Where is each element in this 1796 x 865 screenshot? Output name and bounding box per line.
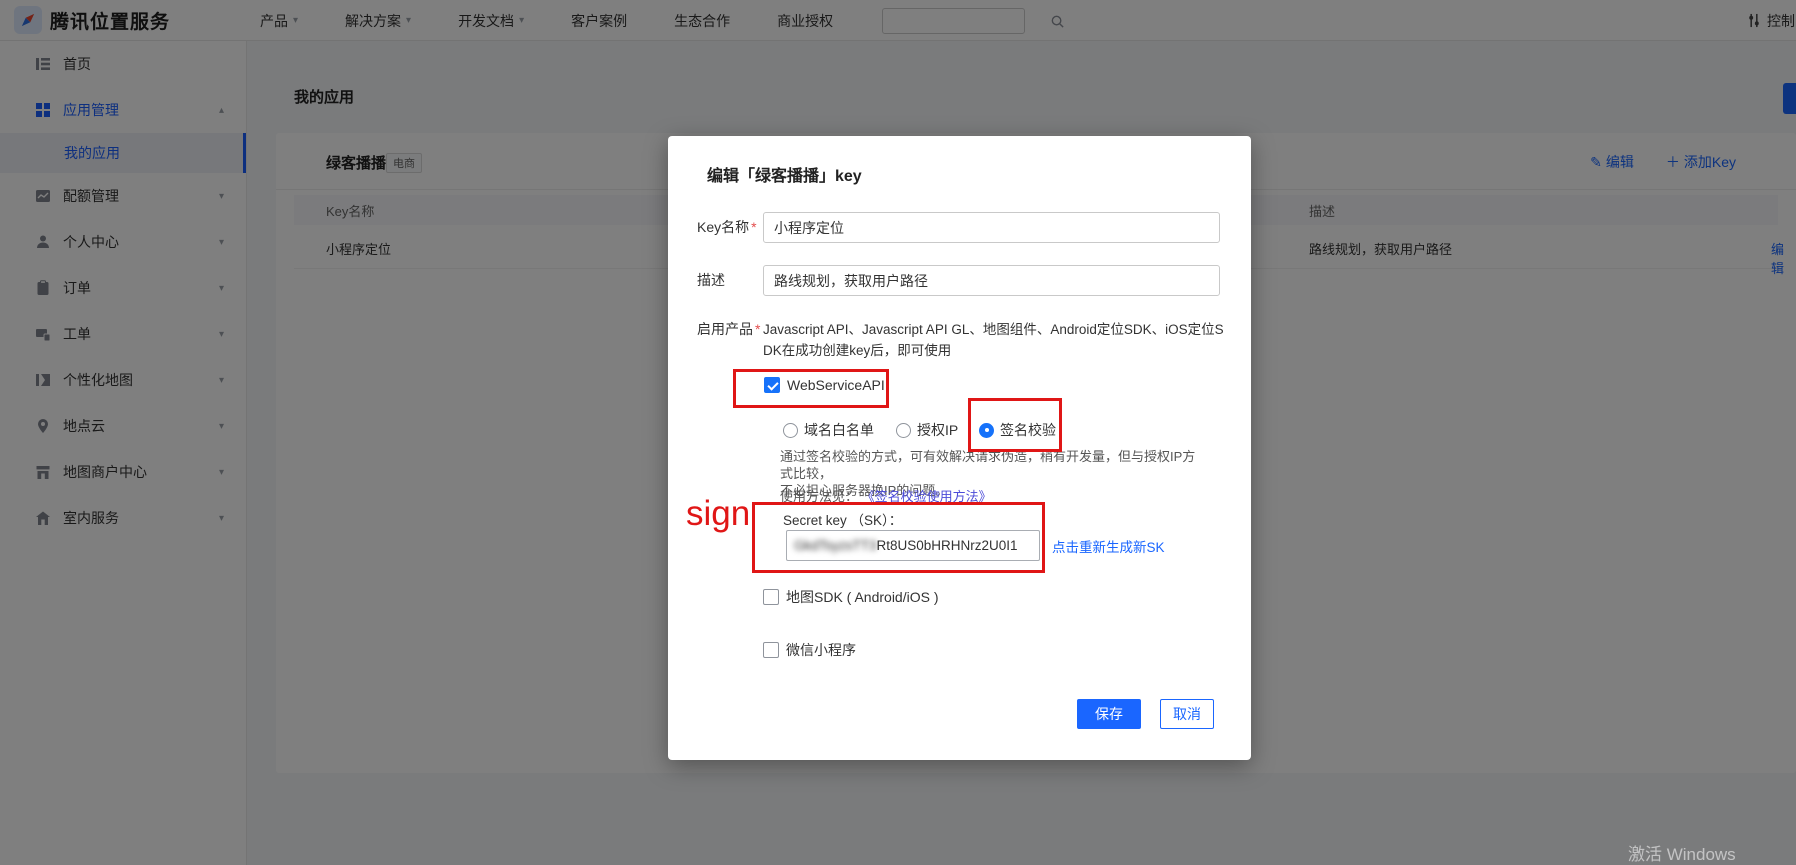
radio-domain-label: 域名白名单 [804, 420, 874, 440]
webservice-api-label: WebServiceAPI [787, 377, 885, 393]
cancel-button[interactable]: 取消 [1160, 699, 1214, 729]
description-label: 描述 [697, 270, 725, 290]
required-asterisk: * [751, 219, 756, 235]
radio-signature-verification[interactable]: 签名校验 [979, 420, 1056, 440]
secret-key-label: Secret key （SK）： [783, 509, 902, 529]
usage-prefix: 使用方法见： [780, 489, 858, 504]
radio-unselected-icon[interactable] [896, 423, 911, 438]
webservice-api-checkbox-row[interactable]: WebServiceAPI [764, 377, 885, 393]
signature-usage-link[interactable]: 《签名校验使用方法》 [862, 489, 992, 504]
secret-key-field[interactable]: GkdTsyzsTT3 Rt8US0bHRHNrz2U0I1 [786, 530, 1040, 561]
wechat-miniprogram-checkbox-row[interactable]: 微信小程序 [763, 640, 856, 660]
key-name-label-text: Key名称 [697, 219, 749, 235]
secret-key-visible-part: Rt8US0bHRHNrz2U0I1 [877, 538, 1018, 553]
edit-key-modal: 编辑「绿客播播」key Key名称* 描述 启用产品* Javascript A… [668, 136, 1251, 760]
save-button[interactable]: 保存 [1077, 699, 1141, 729]
usage-row: 使用方法见： 《签名校验使用方法》 [780, 486, 992, 505]
radio-domain-whitelist[interactable]: 域名白名单 [783, 420, 874, 440]
regenerate-sk-link[interactable]: 点击重新生成新SK [1052, 536, 1165, 556]
radio-ip-label: 授权IP [917, 420, 958, 440]
checkbox-unchecked-icon[interactable] [763, 589, 779, 605]
annotation-sign-text: sign [686, 494, 750, 534]
enabled-products-label-text: 启用产品 [697, 321, 753, 337]
products-note: Javascript API、Javascript API GL、地图组件、An… [763, 319, 1230, 361]
secret-key-masked-part: GkdTsyzsTT3 [794, 538, 877, 553]
radio-unselected-icon[interactable] [783, 423, 798, 438]
map-sdk-checkbox-row[interactable]: 地图SDK ( Android/iOS ) [763, 587, 939, 607]
enabled-products-label: 启用产品* [697, 319, 760, 339]
description-field[interactable] [763, 265, 1220, 296]
radio-signature-label: 签名校验 [1000, 420, 1056, 440]
modal-title: 编辑「绿客播播」key [707, 162, 862, 186]
map-sdk-label: 地图SDK ( Android/iOS ) [786, 587, 939, 607]
radio-selected-icon[interactable] [979, 423, 994, 438]
checkbox-unchecked-icon[interactable] [763, 642, 779, 658]
wechat-miniprogram-label: 微信小程序 [786, 640, 856, 660]
activate-windows-watermark: 激活 Windows [1628, 840, 1736, 865]
checkbox-checked-icon[interactable] [764, 377, 780, 393]
required-asterisk: * [755, 321, 760, 337]
signature-description-line1: 通过签名校验的方式，可有效解决请求伪造，稍有开发量，但与授权IP方式比较， [780, 448, 1200, 482]
radio-authorized-ip[interactable]: 授权IP [896, 420, 958, 440]
key-name-label: Key名称* [697, 217, 757, 237]
key-name-field[interactable] [763, 212, 1220, 243]
